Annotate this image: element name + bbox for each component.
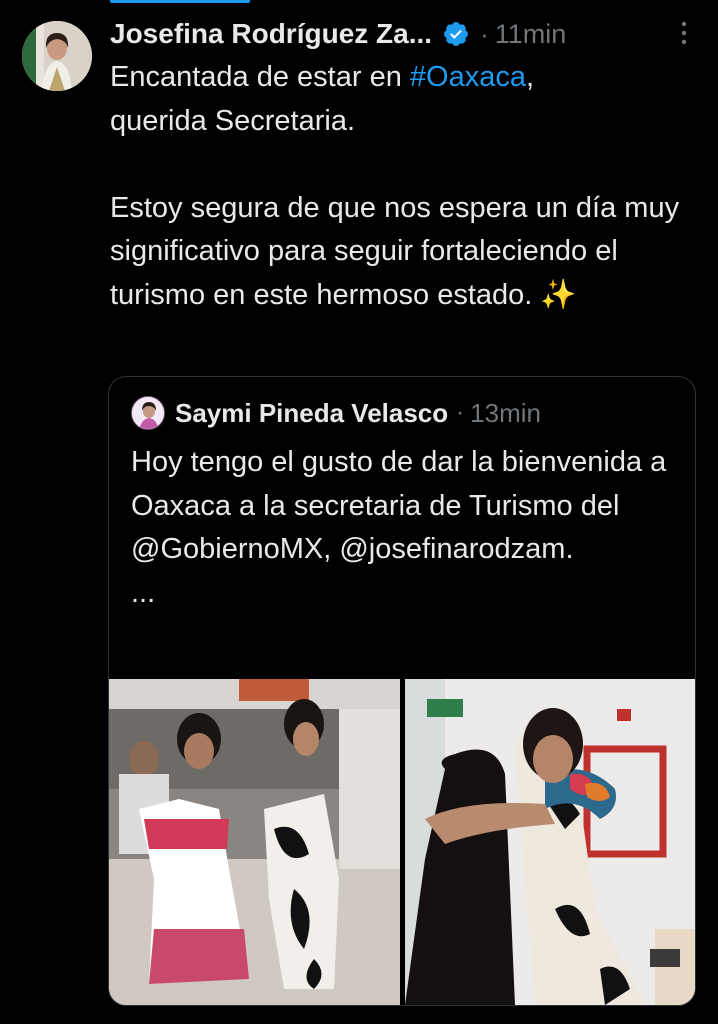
top-accent-bar: [110, 0, 250, 3]
quoted-post-card[interactable]: Saymi Pineda Velasco · 13min Hoy tengo e…: [108, 376, 696, 1006]
quoted-author-avatar[interactable]: [131, 396, 165, 430]
post-text-rest: , querida Secretaria. Estoy segura de qu…: [110, 61, 680, 311]
post-header: Josefina Rodríguez Za... · 11min: [110, 14, 698, 54]
hashtag-link[interactable]: #Oaxaca: [410, 61, 526, 93]
quoted-post-time[interactable]: 13min: [470, 398, 541, 429]
quoted-photo-2[interactable]: [405, 679, 695, 1005]
verified-badge-icon: [444, 22, 469, 46]
quoted-photo-1[interactable]: [109, 679, 400, 1005]
separator-dot: ·: [480, 18, 489, 49]
quoted-post-header: Saymi Pineda Velasco · 13min: [131, 395, 541, 431]
post-text: Encantada de estar en #Oaxaca, querida S…: [110, 56, 700, 317]
quoted-author-name[interactable]: Saymi Pineda Velasco: [175, 398, 448, 429]
post-time[interactable]: 11min: [495, 19, 567, 50]
quoted-post-text: Hoy tengo el gusto de dar la bienvenida …: [131, 446, 667, 609]
post-text-start: Encantada de estar en: [110, 61, 410, 93]
more-vertical-icon[interactable]: [674, 16, 694, 50]
quoted-separator-dot: ·: [456, 399, 465, 426]
author-avatar[interactable]: [22, 21, 92, 91]
author-name[interactable]: Josefina Rodríguez Za...: [110, 18, 432, 50]
